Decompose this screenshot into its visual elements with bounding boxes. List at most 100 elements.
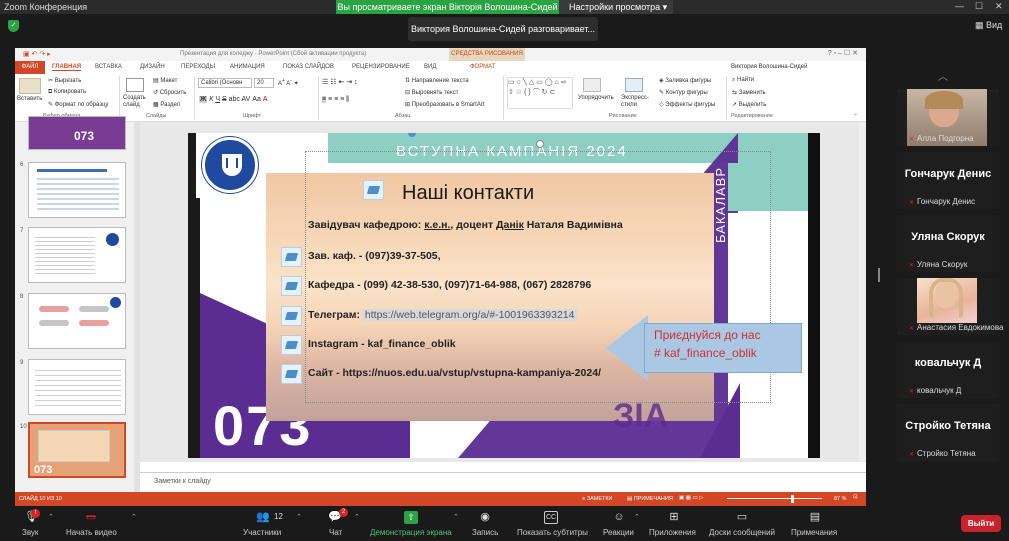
collapse-ribbon-icon[interactable]: ⌃ bbox=[853, 113, 858, 120]
view-button[interactable]: ▦ Вид bbox=[975, 20, 1002, 31]
font-name-select[interactable]: Calibri (Основн bbox=[198, 78, 252, 88]
ribbon-divider bbox=[503, 76, 504, 120]
tab-transitions[interactable]: ПЕРЕХОДЫ bbox=[181, 64, 215, 70]
shape-effects-button[interactable]: ◇ Эффекты фигуры bbox=[659, 101, 715, 108]
tab-insert[interactable]: ВСТАВКА bbox=[95, 64, 122, 70]
splitter-handle[interactable] bbox=[878, 268, 880, 282]
new-slide-button[interactable]: Создать слайд bbox=[123, 95, 149, 109]
quick-styles-icon[interactable] bbox=[625, 78, 643, 92]
replace-button[interactable]: ⇆ Заменить bbox=[732, 89, 766, 96]
close-icon[interactable]: ✕ bbox=[995, 1, 1003, 12]
list-icons[interactable]: ☰ ☷ ⇤ ⇥ ↕ bbox=[322, 78, 358, 86]
layout-button[interactable]: ▤ Макет bbox=[153, 77, 177, 84]
tab-slideshow[interactable]: ПОКАЗ СЛАЙДОВ bbox=[283, 64, 334, 70]
video-button[interactable]: ▭ Начать видео bbox=[60, 507, 130, 541]
notes-button[interactable]: ▤ Примечания bbox=[786, 507, 844, 541]
copy-button[interactable]: ⧉ Копировать bbox=[48, 89, 86, 96]
chevron-up-icon[interactable]: ⌃ bbox=[453, 513, 459, 521]
minimize-icon[interactable]: — bbox=[955, 1, 964, 11]
font-format-icons[interactable]: Ж К Ч S abc AV Аа A bbox=[199, 96, 267, 103]
participant-tile[interactable]: Гончарук Денис Гончарук Денис bbox=[897, 152, 999, 209]
chevron-up-icon[interactable]: ⌃ bbox=[634, 513, 640, 521]
arrange-icon[interactable] bbox=[583, 78, 601, 92]
tab-format[interactable]: ФОРМАТ bbox=[470, 64, 495, 70]
zoom-window: Zoom Конференция — ☐ ✕ Вы просматриваете… bbox=[0, 0, 1009, 541]
smartart-button[interactable]: ⊞ Преобразовать в SmartArt bbox=[405, 101, 484, 108]
chevron-up-icon[interactable]: ⌃ bbox=[354, 513, 360, 521]
head-degree: к.е.н. bbox=[424, 219, 451, 231]
paste-button[interactable]: Вставить bbox=[17, 96, 42, 102]
chevron-up-icon[interactable]: ⌃ bbox=[131, 513, 137, 521]
participants-button[interactable]: 👥 12 Участники bbox=[238, 507, 298, 541]
rotate-handle[interactable] bbox=[536, 140, 544, 148]
find-button[interactable]: ⌕ Найти bbox=[732, 77, 754, 84]
section-button[interactable]: ▦ Раздел bbox=[153, 101, 180, 108]
zoom-slider[interactable] bbox=[727, 498, 822, 499]
apps-button[interactable]: ⊞ Приложения bbox=[646, 507, 702, 541]
view-options-button[interactable]: Настройки просмотра ▾ bbox=[559, 0, 673, 14]
thumbnail-slide-6[interactable] bbox=[28, 162, 126, 218]
shapes-gallery[interactable]: ▭ ○ ╲ △ ▭ ◯ ⌂ ⇨ ⇧ ☆ { } ⌒ ↻ ⊂ bbox=[507, 77, 573, 109]
tab-file[interactable]: ФАЙЛ bbox=[15, 61, 45, 74]
share-screen-button[interactable]: ⇧ Демонстрация экрана bbox=[368, 507, 456, 541]
brush-icon: ✎ bbox=[48, 102, 55, 108]
shape-outline-button[interactable]: ✎ Контур фигуры bbox=[659, 89, 708, 96]
reset-button[interactable]: ↺ Сбросить bbox=[153, 89, 186, 96]
ppt-window-controls[interactable]: ? ▫ – ☐ ✕ bbox=[828, 49, 858, 57]
captions-button[interactable]: CC Показать субтитры bbox=[512, 507, 592, 541]
zoom-level: 87 % bbox=[834, 496, 847, 502]
shape-fill-button[interactable]: ◈ Заливка фигуры bbox=[659, 77, 711, 84]
thumbnail-slide-10[interactable]: 073 bbox=[28, 422, 126, 478]
thumbnail-slide-9[interactable] bbox=[28, 359, 126, 415]
notes-pane[interactable]: Заметки к слайду bbox=[140, 472, 866, 492]
tab-review[interactable]: РЕЦЕНЗИРОВАНИЕ bbox=[352, 64, 410, 70]
callout-arrow bbox=[606, 315, 648, 381]
thumbnail-slide-7[interactable] bbox=[28, 227, 126, 283]
view-mode-icons[interactable]: ▣ ▦ ▭ ▷ bbox=[679, 495, 703, 501]
font-size-select[interactable]: 20 bbox=[254, 78, 274, 88]
participant-tile[interactable]: Уляна Скорук Уляна Скорук bbox=[897, 215, 999, 272]
chevron-up-icon[interactable]: ⌃ bbox=[48, 513, 54, 521]
ppt-user[interactable]: Виктория Волошина-Сидей bbox=[731, 64, 807, 70]
quick-styles-button[interactable]: Экспресс-стили bbox=[621, 95, 653, 109]
callout-hashtag: # kaf_finance_oblik bbox=[654, 346, 757, 360]
select-label: Выделить bbox=[738, 102, 767, 108]
arrange-button[interactable]: Упорядочить bbox=[578, 95, 614, 101]
telegram-link[interactable]: https://web.telegram.org/a/#-10019633932… bbox=[362, 309, 577, 321]
security-shield-icon[interactable]: ✓ bbox=[8, 20, 19, 32]
maximize-icon[interactable]: ☐ bbox=[975, 1, 983, 12]
align-icons[interactable]: ≡ ≡ ≡ ≡ ⫼ bbox=[322, 96, 349, 104]
leave-button[interactable]: Выйти bbox=[961, 515, 1001, 532]
new-slide-icon[interactable] bbox=[126, 78, 144, 92]
participant-tile[interactable]: Алла Подгорна bbox=[897, 89, 999, 146]
tab-animation[interactable]: АНИМАЦИЯ bbox=[230, 64, 265, 70]
participant-name-large: Стройко Тетяна bbox=[905, 420, 991, 432]
align-text-button[interactable]: ⊟ Выровнять текст bbox=[405, 89, 458, 96]
notes-toggle[interactable]: ≡ ЗАМЕТКИ bbox=[582, 496, 613, 502]
font-grow-shrink-icons[interactable]: A+ A- ✦ bbox=[278, 78, 299, 87]
thumbnail-slide-5[interactable]: 073 bbox=[28, 116, 126, 150]
record-button[interactable]: ◉ Запись bbox=[466, 507, 506, 541]
text-direction-button[interactable]: ⇅ Направление текста bbox=[405, 77, 469, 84]
whiteboards-button[interactable]: ▭ Доски сообщений bbox=[706, 507, 778, 541]
format-painter-button[interactable]: ✎ Формат по образцу bbox=[48, 101, 109, 108]
fit-slide-icon[interactable]: ⊡ bbox=[853, 494, 858, 500]
comments-toggle[interactable]: ▤ ПРИМЕЧАНИЯ bbox=[627, 496, 673, 502]
tab-design[interactable]: ДИЗАЙН bbox=[140, 64, 165, 70]
slide-scrollbar[interactable] bbox=[859, 122, 866, 462]
chat-button[interactable]: 💬 2 Чат bbox=[318, 507, 358, 541]
tab-view[interactable]: ВИД bbox=[424, 64, 436, 70]
participant-tile[interactable]: Анастасия Евдокимова bbox=[897, 278, 1003, 335]
participant-tile[interactable]: Стройко Тетяна Стройко Тетяна bbox=[897, 404, 999, 461]
thumbnail-slide-8[interactable] bbox=[28, 293, 126, 349]
paste-icon[interactable] bbox=[19, 78, 41, 94]
select-button[interactable]: ➚ Выделить bbox=[732, 101, 766, 108]
tab-home[interactable]: ГЛАВНАЯ bbox=[52, 64, 82, 71]
slide-canvas[interactable]: 073 ВСТУПНА КАМПАНІЯ 2024 БАКАЛАВР ЗІА Н… bbox=[188, 133, 820, 458]
chevron-up-icon[interactable]: ⌃ bbox=[296, 513, 302, 521]
zoom-slider-thumb[interactable] bbox=[791, 495, 794, 503]
gallery-scroll-up-icon[interactable]: ︿ bbox=[938, 68, 948, 83]
cut-button[interactable]: ✂ Вырезать bbox=[48, 77, 81, 84]
ppt-quick-access-icons[interactable]: ▣ ↶ ↷ ▸ bbox=[23, 50, 51, 58]
participant-tile[interactable]: ковальчук Д ковальчук Д bbox=[897, 341, 999, 398]
